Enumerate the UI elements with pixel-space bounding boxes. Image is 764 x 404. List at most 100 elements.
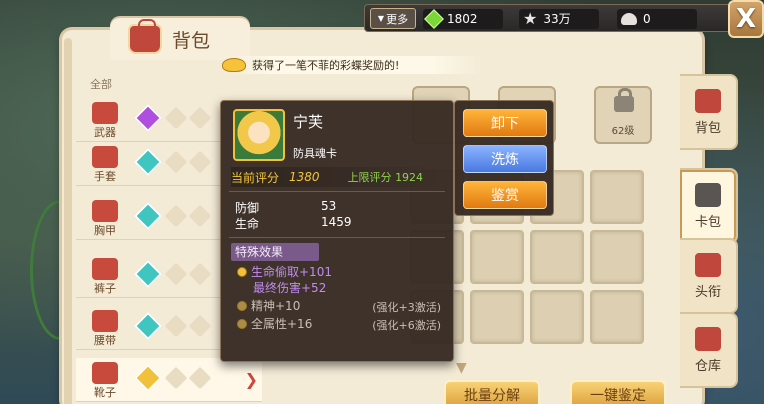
- empty-gem-slot: [164, 262, 188, 286]
- bag-icon: [128, 19, 162, 54]
- grid-cell[interactable]: [470, 230, 524, 284]
- tab-bag[interactable]: 背包: [680, 74, 738, 150]
- effect-text: 生命偷取+101: [251, 265, 332, 279]
- effect-text: 最终伤害+52: [253, 281, 327, 295]
- resource-shell: 0: [617, 7, 697, 30]
- score-row: 当前评分 1380 上限评分 1924: [231, 167, 445, 187]
- special-effects-header: 特殊效果: [231, 243, 319, 261]
- current-score-value: 1380: [289, 170, 320, 184]
- category-label: 武器: [94, 126, 116, 139]
- chevron-down-icon: ▼: [456, 360, 467, 376]
- belt-icon: [92, 310, 118, 332]
- star-value: 33万: [543, 12, 571, 26]
- page-title: 背包: [172, 29, 211, 52]
- category-boots[interactable]: 靴子 ❯: [76, 358, 262, 402]
- effect-row: 全属性+16: [237, 315, 312, 332]
- effect-note: (强化+6激活): [372, 319, 441, 332]
- resource-star: ★ 33万: [519, 7, 599, 30]
- refine-button[interactable]: 洗炼: [463, 145, 547, 173]
- gold-coin-icon: [237, 266, 247, 277]
- stat-defense: 防御 53: [235, 199, 336, 216]
- gold-ingot-icon: [222, 58, 246, 72]
- tab-card-pack[interactable]: 卡包: [680, 168, 738, 244]
- character-portrait: [233, 109, 285, 161]
- stat-label: 生命: [235, 217, 260, 231]
- empty-gem-slot: [188, 262, 212, 286]
- tab-label: 仓库: [694, 358, 721, 374]
- unequip-button[interactable]: 卸下: [463, 109, 547, 137]
- grid-cell[interactable]: [590, 170, 644, 224]
- character-name: 宁芙: [293, 113, 324, 131]
- empty-gem-slot: [164, 204, 188, 228]
- hexagram-icon: [695, 326, 721, 351]
- effect-row: 生命偷取+101: [237, 263, 332, 280]
- gold-coin-icon: [237, 300, 247, 311]
- empty-gem-slot: [188, 106, 212, 130]
- grid-cell[interactable]: [530, 230, 584, 284]
- stat-label: 防御: [235, 201, 260, 215]
- effect-text: 精神+10: [251, 299, 301, 313]
- panel-title-tab: 背包: [110, 18, 250, 60]
- effect-row: 最终伤害+52: [253, 279, 326, 296]
- empty-gem-slot: [188, 204, 212, 228]
- purple-gem-icon: [133, 103, 163, 133]
- stat-health: 生命 1459: [235, 215, 352, 232]
- yellow-gem-icon: [133, 363, 163, 393]
- boot-icon: [92, 362, 118, 384]
- effect-row: 精神+10: [237, 297, 300, 314]
- grid-cell[interactable]: [590, 230, 644, 284]
- glove-icon: [92, 146, 118, 168]
- grid-cell[interactable]: [470, 290, 524, 344]
- locked-slot[interactable]: 62级: [594, 86, 652, 144]
- category-label: 裤子: [94, 282, 116, 295]
- empty-gem-slot: [164, 106, 188, 130]
- tab-warehouse[interactable]: 仓库: [680, 312, 738, 388]
- empty-gem-slot: [188, 366, 212, 390]
- card-star-icon: [695, 182, 721, 207]
- category-label: 手套: [94, 170, 116, 183]
- empty-gem-slot: [164, 150, 188, 174]
- green-gem-value: 1802: [447, 11, 478, 26]
- teal-gem-icon: [133, 147, 163, 177]
- one-click-appraise-button[interactable]: 一键鉴定: [570, 380, 666, 404]
- empty-gem-slot: [164, 366, 188, 390]
- max-score-label: 上限评分: [347, 171, 392, 184]
- sword-icon: [92, 102, 118, 124]
- stat-value: 1459: [321, 215, 352, 229]
- grid-cell[interactable]: [590, 290, 644, 344]
- item-tooltip: 宁芙 防具魂卡 当前评分 1380 上限评分 1924 防御 53 生命 145…: [220, 100, 454, 362]
- notice-text: 获得了一笔不菲的彩蝶奖励的!: [252, 59, 400, 72]
- empty-gem-slot: [188, 314, 212, 338]
- close-button[interactable]: X: [728, 0, 764, 38]
- teal-gem-icon: [133, 311, 163, 341]
- empty-gem-slot: [164, 314, 188, 338]
- card-type: 防具魂卡: [293, 147, 337, 160]
- current-score-label: 当前评分: [231, 170, 280, 185]
- reward-notice: 获得了一笔不菲的彩蝶奖励的!: [222, 56, 482, 74]
- more-label: 更多: [386, 12, 409, 26]
- batch-decompose-button[interactable]: 批量分解: [444, 380, 540, 404]
- lock-level-label: 62级: [611, 126, 635, 137]
- grid-cell[interactable]: [530, 290, 584, 344]
- chevron-down-icon: ▼: [377, 14, 385, 23]
- divider: [229, 237, 445, 238]
- effect-note: (强化+3激活): [372, 301, 441, 314]
- more-button[interactable]: ▼ 更多: [370, 8, 416, 29]
- max-score-value: 1924: [395, 171, 424, 184]
- empty-gem-slot: [188, 150, 212, 174]
- tab-title[interactable]: 头衔: [680, 238, 738, 314]
- teal-gem-icon: [133, 201, 163, 231]
- shell-icon: [621, 12, 637, 25]
- category-label: 胸甲: [94, 224, 116, 237]
- shell-value: 0: [643, 11, 651, 26]
- category-all[interactable]: 全部: [90, 76, 112, 92]
- bag-icon: [695, 88, 721, 113]
- gold-coin-icon: [237, 318, 247, 329]
- divider: [229, 191, 445, 192]
- category-label: 靴子: [94, 386, 116, 399]
- action-menu: 卸下 洗炼 鉴赏: [454, 100, 554, 216]
- chest-armor-icon: [92, 200, 118, 222]
- green-gem-icon: [424, 8, 444, 29]
- tab-label: 卡包: [694, 214, 721, 230]
- appraise-button[interactable]: 鉴赏: [463, 181, 547, 209]
